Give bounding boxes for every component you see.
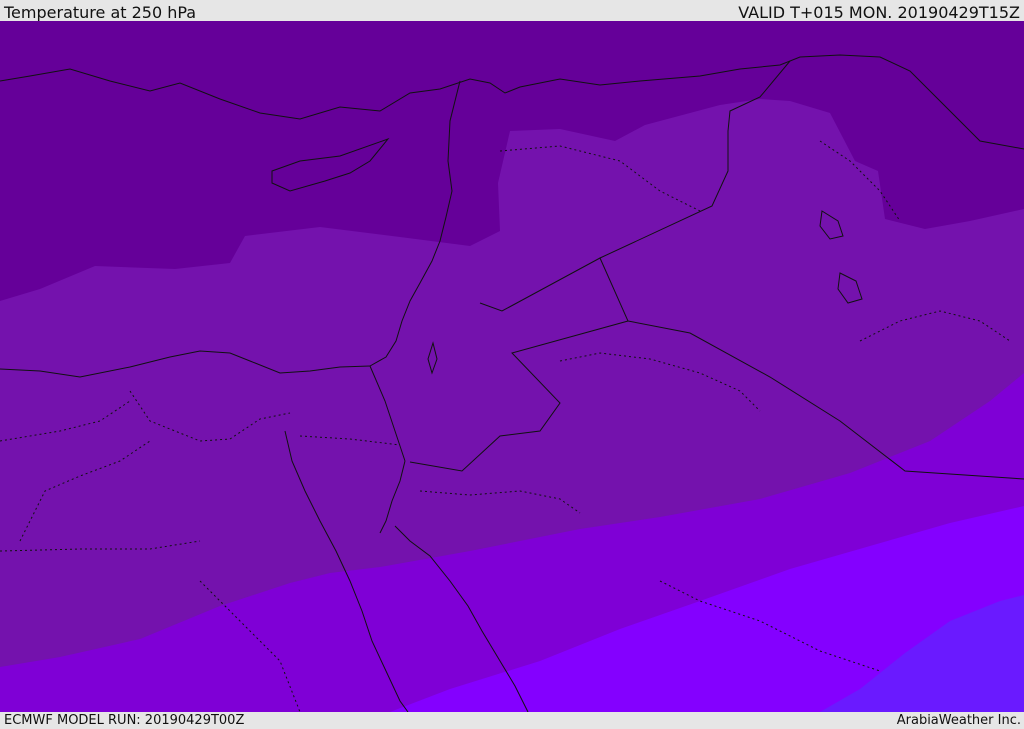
credit-label: ArabiaWeather Inc.	[896, 713, 1021, 728]
temperature-map	[0, 21, 1024, 712]
valid-time: VALID T+015 MON. 20190429T15Z	[738, 3, 1020, 22]
map-title: Temperature at 250 hPa	[4, 3, 197, 22]
model-run-label: ECMWF MODEL RUN: 20190429T00Z	[4, 713, 245, 728]
header-bar: Temperature at 250 hPa VALID T+015 MON. …	[0, 0, 1024, 22]
map-canvas	[0, 21, 1024, 712]
footer-bar: ECMWF MODEL RUN: 20190429T00Z ArabiaWeat…	[0, 712, 1024, 729]
